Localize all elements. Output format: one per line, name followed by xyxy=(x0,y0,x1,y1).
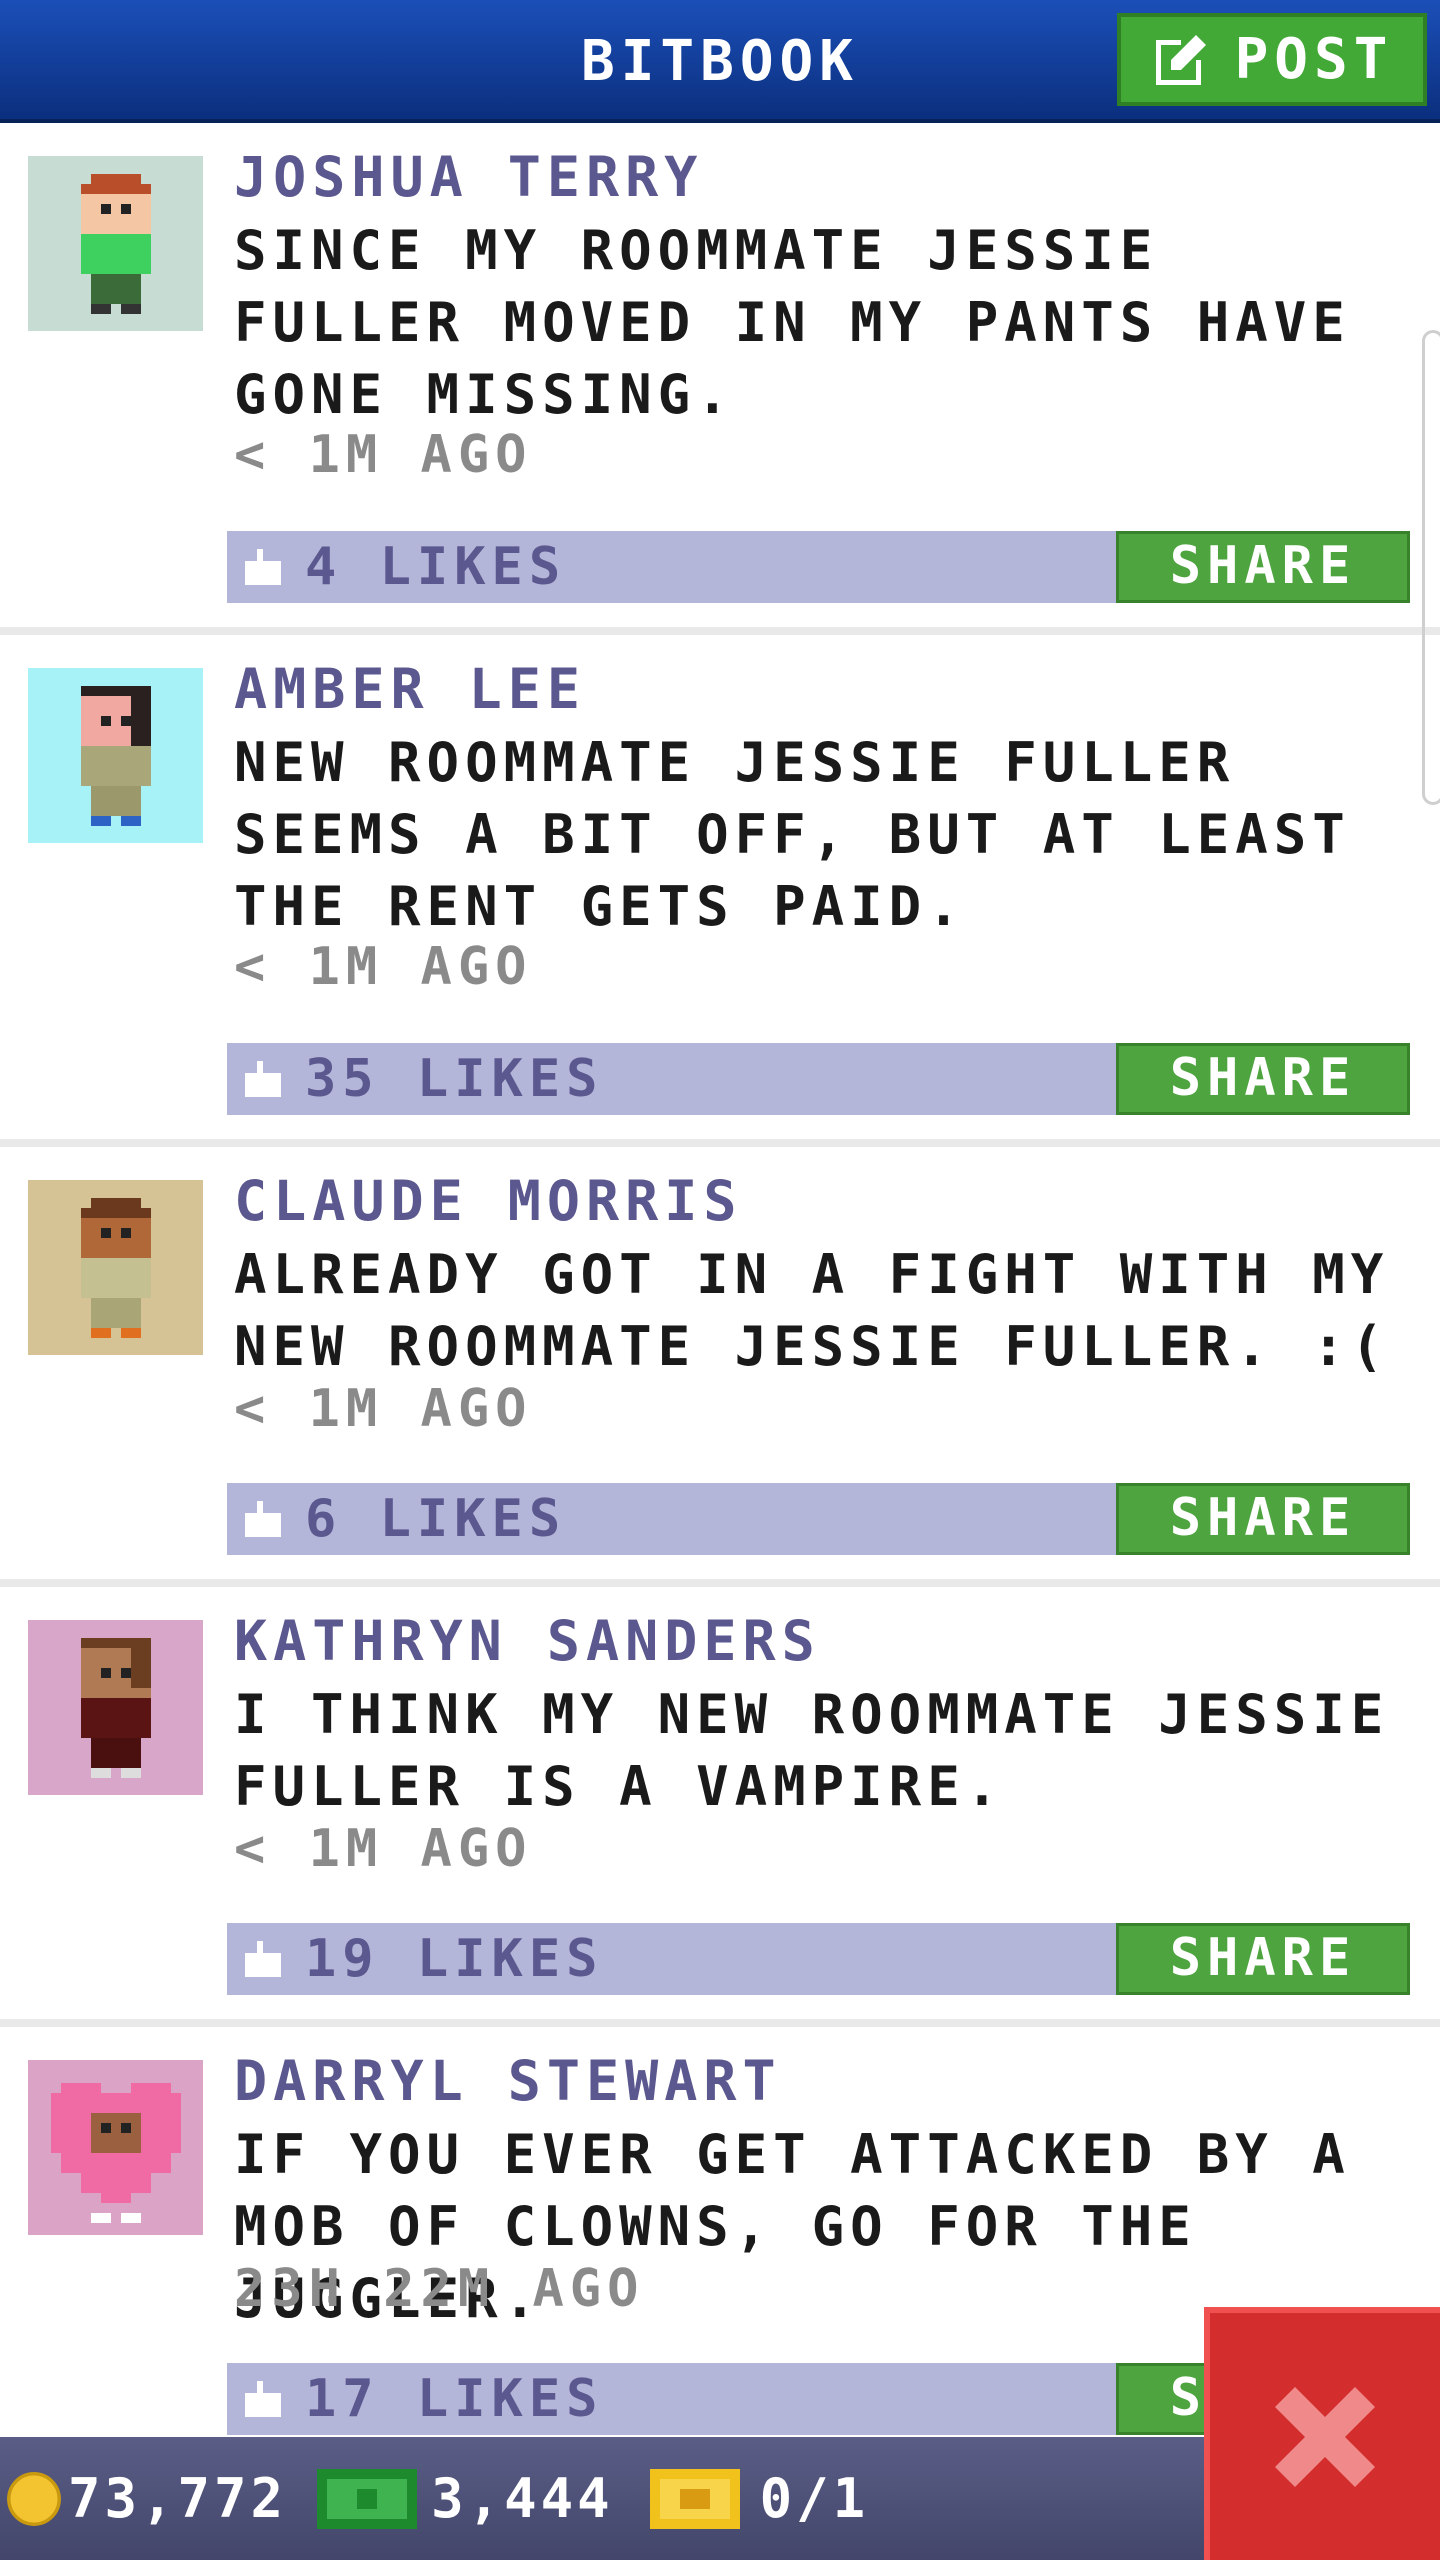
post-button-label: POST xyxy=(1234,27,1394,92)
bux-icon xyxy=(317,2468,418,2529)
post-time: 23H 22M AGO xyxy=(234,2259,645,2319)
avatar xyxy=(28,668,203,843)
post-author[interactable]: AMBER LEE xyxy=(234,657,586,721)
post-author[interactable]: CLAUDE MORRIS xyxy=(234,1169,742,1233)
app-header: BITBOOK POST xyxy=(0,0,1440,123)
post-button[interactable]: POST xyxy=(1117,13,1427,106)
post-message: SINCE MY ROOMMATE JESSIE FULLER MOVED IN… xyxy=(234,219,1351,426)
likes-bar: 19 LIKES SHARE xyxy=(227,1923,1410,1995)
post-time: < 1M AGO xyxy=(234,1379,533,1439)
post-author[interactable]: KATHRYN SANDERS xyxy=(234,1609,821,1673)
post-card: KATHRYN SANDERS I THINK MY NEW ROOMMATE … xyxy=(0,1587,1440,2027)
post-time: < 1M AGO xyxy=(234,1819,533,1879)
scrollbar[interactable] xyxy=(1422,330,1440,805)
post-author[interactable]: DARRYL STEWART xyxy=(234,2049,782,2113)
likes-count[interactable]: 35 LIKES xyxy=(305,1043,603,1115)
coin-icon xyxy=(7,2471,61,2526)
likes-count[interactable]: 4 LIKES xyxy=(305,531,566,603)
thumbs-up-icon xyxy=(245,2381,281,2417)
avatar xyxy=(28,1180,203,1355)
post-time: < 1M AGO xyxy=(234,937,533,997)
post-card: JOSHUA TERRY SINCE MY ROOMMATE JESSIE FU… xyxy=(0,123,1440,635)
share-button[interactable]: SHARE xyxy=(1116,1483,1410,1555)
feed: JOSHUA TERRY SINCE MY ROOMMATE JESSIE FU… xyxy=(0,123,1440,2467)
avatar xyxy=(28,2060,203,2235)
close-icon xyxy=(1275,2386,1375,2487)
post-author[interactable]: JOSHUA TERRY xyxy=(234,145,703,209)
thumbs-up-icon xyxy=(245,549,281,585)
close-button[interactable] xyxy=(1204,2307,1440,2560)
tickets-count: 0/1 xyxy=(759,2467,870,2530)
post-card: AMBER LEE NEW ROOMMATE JESSIE FULLER SEE… xyxy=(0,635,1440,1147)
likes-count[interactable]: 19 LIKES xyxy=(305,1923,603,1995)
avatar xyxy=(28,1620,203,1795)
share-button[interactable]: SHARE xyxy=(1116,531,1410,603)
thumbs-up-icon xyxy=(245,1941,281,1977)
likes-bar: 4 LIKES SHARE xyxy=(227,531,1410,603)
post-message: I THINK MY NEW ROOMMATE JESSIE FULLER IS… xyxy=(234,1683,1390,1818)
bux-count: 3,444 xyxy=(431,2467,614,2530)
share-button[interactable]: SHARE xyxy=(1116,1043,1410,1115)
likes-bar: 6 LIKES SHARE xyxy=(227,1483,1410,1555)
post-message: NEW ROOMMATE JESSIE FULLER SEEMS A BIT O… xyxy=(234,731,1351,938)
post-card: CLAUDE MORRIS ALREADY GOT IN A FIGHT WIT… xyxy=(0,1147,1440,1587)
post-message: ALREADY GOT IN A FIGHT WITH MY NEW ROOMM… xyxy=(234,1243,1390,1378)
likes-count[interactable]: 6 LIKES xyxy=(305,1483,566,1555)
thumbs-up-icon xyxy=(245,1061,281,1097)
share-button[interactable]: SHARE xyxy=(1116,1923,1410,1995)
compose-icon xyxy=(1155,34,1206,85)
coins-count: 73,772 xyxy=(68,2467,288,2530)
likes-count[interactable]: 17 LIKES xyxy=(305,2363,603,2435)
avatar xyxy=(28,156,203,331)
thumbs-up-icon xyxy=(245,1501,281,1537)
post-time: < 1M AGO xyxy=(234,425,533,485)
ticket-icon xyxy=(649,2468,740,2529)
likes-bar: 35 LIKES SHARE xyxy=(227,1043,1410,1115)
